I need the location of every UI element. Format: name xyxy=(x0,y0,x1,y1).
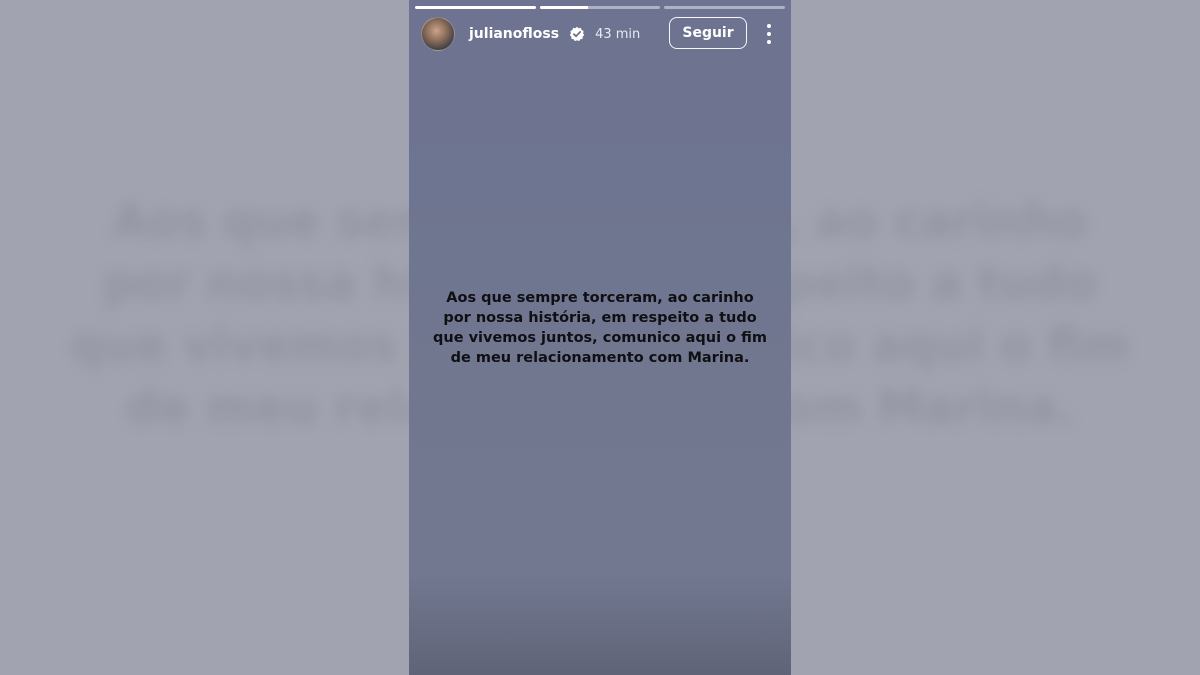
follow-button[interactable]: Seguir xyxy=(669,17,747,49)
story-timestamp: 43 min xyxy=(595,26,641,42)
menu-dot xyxy=(767,24,771,28)
story-progress-bar xyxy=(415,6,786,9)
progress-segment xyxy=(539,6,661,9)
progress-segment xyxy=(415,6,536,9)
progress-segment-fill xyxy=(415,6,536,9)
username[interactable]: julianofloss xyxy=(469,26,559,42)
menu-dot xyxy=(767,32,771,36)
progress-segment-fill xyxy=(539,6,588,9)
story-text-message: Aos que sempre torceram, ao carinho por … xyxy=(433,290,767,366)
story-viewer[interactable]: julianofloss 43 min Seguir Aos que sempr… xyxy=(409,0,791,675)
avatar[interactable] xyxy=(421,17,455,51)
story-header: julianofloss 43 min Seguir xyxy=(421,17,779,51)
menu-dot xyxy=(767,40,771,44)
progress-segment xyxy=(664,6,786,9)
more-vertical-icon[interactable] xyxy=(765,24,773,44)
verified-badge-icon xyxy=(569,26,585,42)
